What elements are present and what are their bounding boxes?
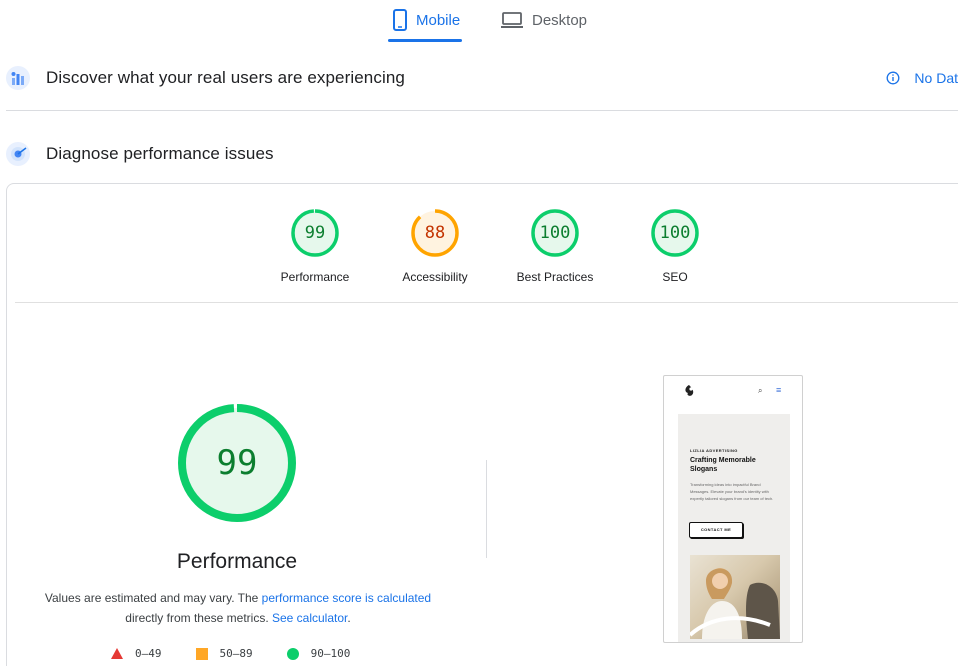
tab-desktop-label: Desktop [532, 11, 588, 29]
no-data-notice[interactable]: No Dat [886, 70, 958, 86]
tab-mobile-label: Mobile [416, 11, 461, 29]
performance-gauge-large: 99 [177, 403, 297, 523]
search-icon: ⌕ [758, 386, 763, 395]
legend-fail: 0–49 [111, 647, 162, 660]
score-note: Values are estimated and may vary. The p… [33, 588, 443, 628]
thumbnail-headline: Crafting Memorable Slogans [690, 457, 756, 473]
vertical-divider [486, 460, 487, 558]
card-divider [15, 302, 958, 303]
thumbnail-contact-button: CONTACT ME [689, 522, 743, 538]
note-text-2: directly from these metrics. [125, 611, 272, 625]
gauge-seo[interactable]: 100 SEO [615, 208, 735, 284]
report-card: 99 Performance 88 Accessibility 100 Best… [6, 183, 958, 666]
note-text: Values are estimated and may vary. The [44, 591, 262, 605]
thumbnail-eyebrow: LIZLIA ADVERTISING [690, 448, 738, 453]
site-logo-icon [682, 384, 696, 403]
thumbnail-header: ⌕ ≡ [664, 376, 802, 406]
score-calculated-link[interactable]: performance score is calculated [262, 591, 431, 605]
no-data-label: No Dat [914, 70, 958, 86]
score-label: Best Practices [516, 270, 594, 284]
field-data-title: Discover what your real users are experi… [46, 68, 405, 87]
score-legend: 0–49 50–89 90–100 [111, 647, 384, 660]
device-tabs: Mobile Desktop [388, 0, 587, 42]
see-calculator-link[interactable]: See calculator [272, 611, 347, 625]
score-ring: 100 [650, 208, 700, 258]
gauge-accessibility[interactable]: 88 Accessibility [375, 208, 495, 284]
thumbnail-hero: LIZLIA ADVERTISING Crafting Memorable Sl… [678, 414, 790, 642]
note-suffix: . [347, 611, 351, 625]
square-icon [195, 647, 208, 660]
laptop-icon [500, 11, 524, 29]
score-ring: 100 [530, 208, 580, 258]
score-value: 88 [424, 223, 446, 243]
legend-average: 50–89 [195, 647, 253, 660]
diagnose-title: Diagnose performance issues [46, 144, 274, 163]
lighthouse-icon [6, 142, 30, 166]
legend-range: 0–49 [135, 647, 162, 660]
tab-mobile[interactable]: Mobile [388, 0, 462, 42]
score-label: SEO [662, 270, 688, 284]
score-value: 100 [659, 223, 691, 243]
smartphone-icon [392, 9, 408, 31]
legend-range: 90–100 [310, 647, 351, 660]
users-chart-icon [6, 66, 30, 90]
thumbnail-photo [690, 555, 780, 639]
gauge-performance[interactable]: 99 Performance [255, 208, 375, 284]
score-value: 99 [304, 223, 326, 243]
field-data-header: Discover what your real users are experi… [6, 66, 958, 90]
legend-range: 50–89 [219, 647, 253, 660]
performance-score: 99 [216, 443, 258, 483]
section-divider [6, 110, 958, 111]
score-ring: 99 [290, 208, 340, 258]
circle-icon [286, 647, 299, 660]
score-value: 100 [539, 223, 571, 243]
score-ring: 88 [410, 208, 460, 258]
triangle-icon [111, 648, 123, 659]
menu-icon: ≡ [776, 385, 782, 395]
diagnose-header: Diagnose performance issues [6, 142, 958, 166]
tab-desktop[interactable]: Desktop [496, 0, 596, 40]
score-label: Performance [280, 270, 350, 284]
gauge-best-practices[interactable]: 100 Best Practices [495, 208, 615, 284]
final-screenshot[interactable]: ⌕ ≡ LIZLIA ADVERTISING Crafting Memorabl… [663, 375, 803, 643]
info-icon [886, 71, 900, 85]
score-gauges: 99 Performance 88 Accessibility 100 Best… [255, 208, 735, 284]
legend-pass: 90–100 [286, 647, 351, 660]
score-label: Accessibility [402, 270, 468, 284]
thumbnail-description: Transforming ideas into impactful Brand … [690, 482, 774, 501]
performance-title: Performance [176, 550, 298, 573]
